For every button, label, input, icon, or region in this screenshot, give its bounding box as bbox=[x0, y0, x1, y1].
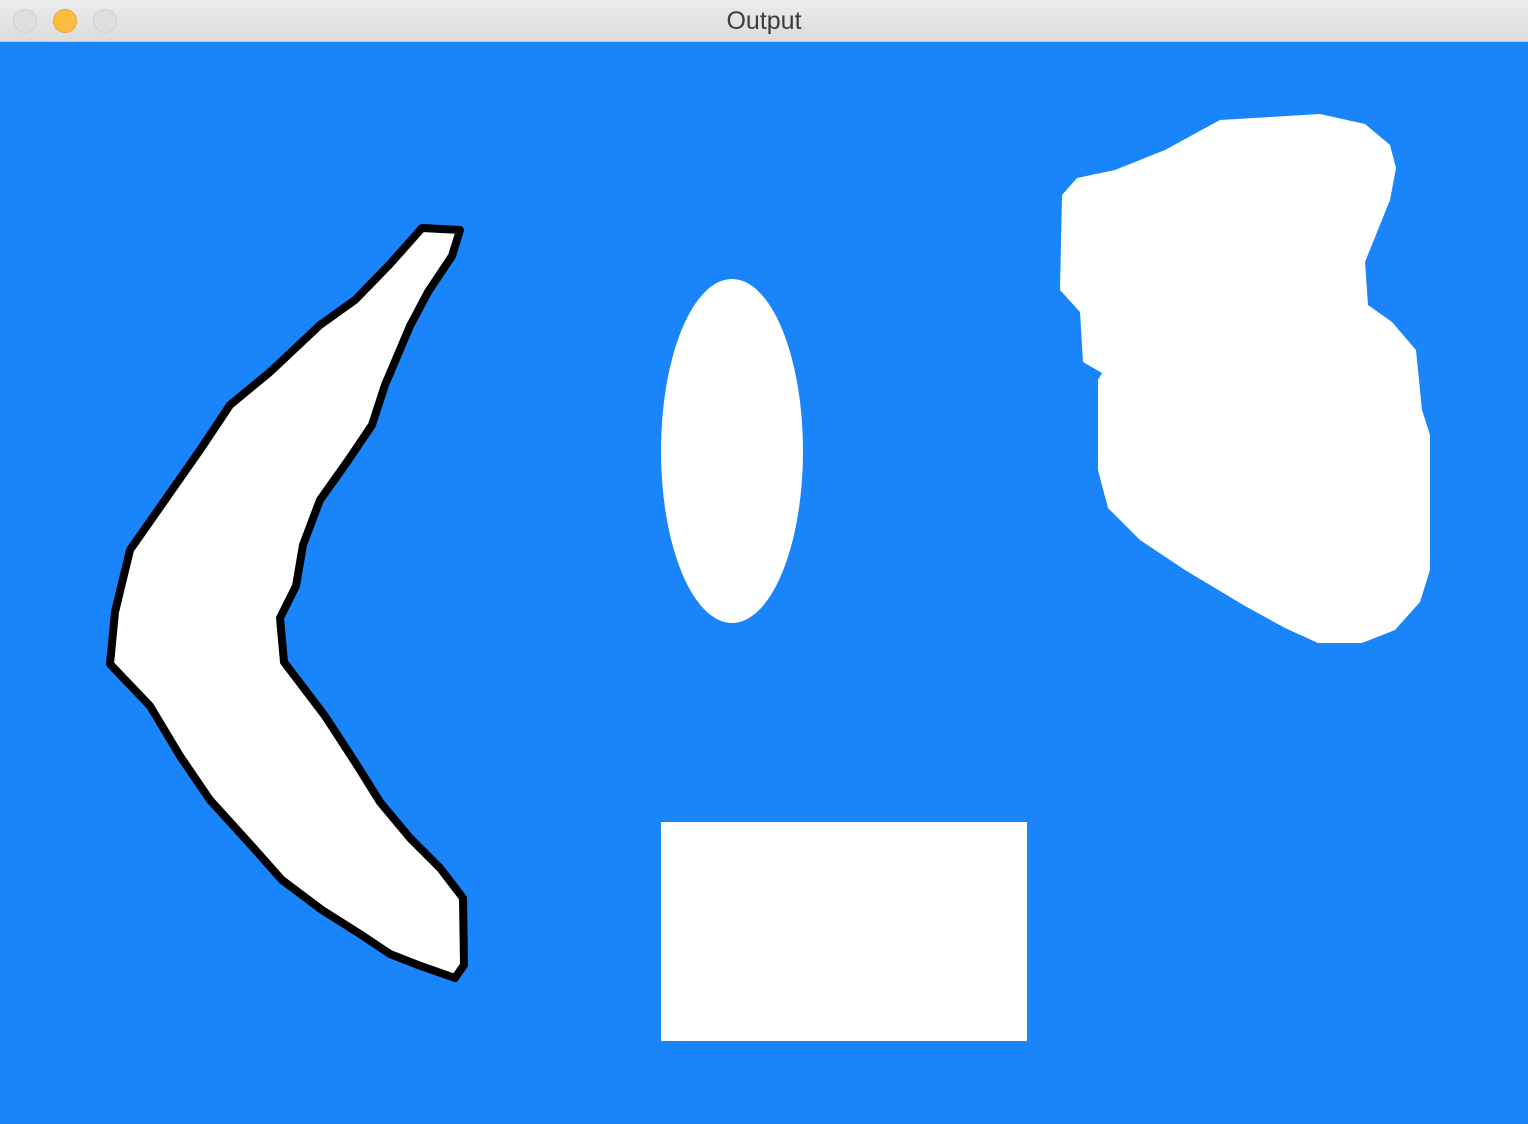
title-bar[interactable]: Output bbox=[0, 0, 1528, 42]
window-title: Output bbox=[726, 7, 802, 35]
boomerang-shape bbox=[106, 224, 468, 982]
rectangle-shape bbox=[661, 822, 1027, 1041]
output-canvas[interactable] bbox=[0, 42, 1528, 1124]
output-window: Output bbox=[0, 0, 1528, 1124]
drawing-surface bbox=[106, 114, 1430, 1041]
blob-shape bbox=[1060, 114, 1430, 643]
ellipse-shape bbox=[661, 279, 803, 623]
